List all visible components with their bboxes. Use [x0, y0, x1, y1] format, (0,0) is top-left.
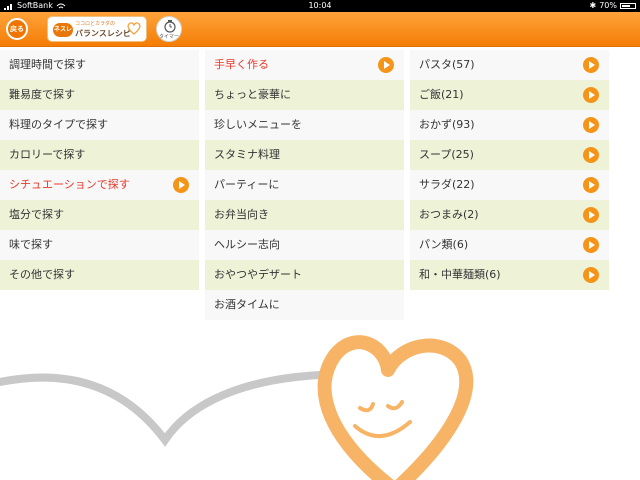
situation-item[interactable]: スタミナ料理: [205, 140, 404, 170]
recipe-type-item-label: おつまみ(2): [419, 208, 479, 221]
situation-item-label: お弁当向き: [214, 208, 269, 221]
timer-label: タイマー: [158, 34, 179, 40]
situation-item[interactable]: 珍しいメニューを: [205, 110, 404, 140]
category-item-label: カロリーで探す: [9, 148, 86, 161]
situation-item-label: おやつやデザート: [214, 268, 302, 281]
situation-item-label: スタミナ料理: [214, 148, 280, 161]
battery-icon: [620, 3, 636, 9]
situation-item[interactable]: ちょっと豪華に: [205, 80, 404, 110]
bluetooth-icon: ✱: [589, 1, 597, 10]
recipe-type-item[interactable]: 和・中華麺類(6): [410, 260, 609, 290]
situation-item[interactable]: 手早く作る: [205, 50, 404, 80]
category-item-label: 料理のタイプで探す: [9, 118, 108, 131]
recipe-type-item-label: ご飯(21): [419, 88, 464, 101]
category-item[interactable]: その他で探す: [0, 260, 199, 290]
recipe-type-item-label: おかず(93): [419, 118, 475, 131]
chevron-right-icon: [583, 267, 599, 283]
situation-item-label: ちょっと豪華に: [214, 88, 291, 101]
chevron-right-icon: [583, 207, 599, 223]
category-item-label: その他で探す: [9, 268, 75, 281]
situation-item[interactable]: パーティーに: [205, 170, 404, 200]
category-item[interactable]: 味で探す: [0, 230, 199, 260]
recipe-type-item[interactable]: おかず(93): [410, 110, 609, 140]
chevron-right-icon: [583, 117, 599, 133]
situation-item[interactable]: おやつやデザート: [205, 260, 404, 290]
logo-brand: ネスレ: [53, 23, 73, 37]
category-item-label: 味で探す: [9, 238, 53, 251]
category-item-label: 調理時間で探す: [9, 58, 86, 71]
chevron-right-icon: [583, 147, 599, 163]
battery-percent: 70%: [599, 1, 617, 10]
app-header: 戻る ネスレ ココロとカラダの バランスレシピ タイマー: [0, 12, 640, 47]
category-item-label: シチュエーションで探す: [9, 178, 130, 191]
category-item[interactable]: 難易度で探す: [0, 80, 199, 110]
situation-item-label: 珍しいメニューを: [214, 118, 302, 131]
recipe-type-item-label: スープ(25): [419, 148, 474, 161]
recipe-type-item-label: サラダ(22): [419, 178, 475, 191]
category-item[interactable]: 調理時間で探す: [0, 50, 199, 80]
recipe-type-item[interactable]: スープ(25): [410, 140, 609, 170]
recipe-type-item-label: 和・中華麺類(6): [419, 268, 501, 281]
situation-list: 手早く作るちょっと豪華に 珍しいメニューを スタミナ料理 パーティーに お弁当向きヘルシ…: [205, 50, 404, 320]
category-item[interactable]: 塩分で探す: [0, 200, 199, 230]
situation-item-label: お酒タイムに: [214, 298, 280, 311]
timer-button[interactable]: タイマー: [156, 16, 182, 42]
heart-icon: [127, 22, 141, 35]
recipe-type-list: パスタ(57) ご飯(21) おかず(93) スープ(25) サラダ(22) おつまみ(2…: [410, 50, 609, 290]
back-button[interactable]: 戻る: [6, 18, 28, 40]
recipe-type-item-label: パスタ(57): [419, 58, 475, 71]
chevron-right-icon: [583, 57, 599, 73]
recipe-type-item-label: パン類(6): [419, 238, 469, 251]
situation-item[interactable]: お酒タイムに: [205, 290, 404, 320]
chevron-right-icon: [583, 237, 599, 253]
category-list: 調理時間で探す 難易度で探す料理のタイプで探す カロリーで探すシチュエーションで探す…: [0, 50, 199, 290]
chevron-right-icon: [583, 177, 599, 193]
logo-title: バランスレシピ: [75, 29, 131, 38]
category-item-label: 難易度で探す: [9, 88, 75, 101]
chevron-right-icon: [173, 177, 189, 193]
situation-item-label: パーティーに: [214, 178, 280, 191]
chevron-right-icon: [378, 57, 394, 73]
logo-subtitle: ココロとカラダの: [75, 21, 116, 27]
app-logo: ネスレ ココロとカラダの バランスレシピ: [47, 16, 147, 42]
category-item[interactable]: 料理のタイプで探す: [0, 110, 199, 140]
category-item[interactable]: シチュエーションで探す: [0, 170, 199, 200]
status-bar: SoftBank 10:04 ✱ 70%: [0, 0, 640, 12]
recipe-type-item[interactable]: パン類(6): [410, 230, 609, 260]
category-item-label: 塩分で探す: [9, 208, 64, 221]
status-right: ✱ 70%: [590, 0, 636, 12]
category-item[interactable]: カロリーで探す: [0, 140, 199, 170]
recipe-type-item[interactable]: サラダ(22): [410, 170, 609, 200]
situation-item-label: 手早く作る: [214, 58, 269, 71]
situation-item[interactable]: お弁当向き: [205, 200, 404, 230]
heart-illustration: [0, 335, 474, 480]
recipe-type-item[interactable]: ご飯(21): [410, 80, 609, 110]
timer-icon: [164, 20, 176, 33]
chevron-right-icon: [583, 87, 599, 103]
recipe-type-item[interactable]: おつまみ(2): [410, 200, 609, 230]
situation-item-label: ヘルシー志向: [214, 238, 280, 251]
clock: 10:04: [308, 1, 332, 10]
situation-item[interactable]: ヘルシー志向: [205, 230, 404, 260]
recipe-type-item[interactable]: パスタ(57): [410, 50, 609, 80]
